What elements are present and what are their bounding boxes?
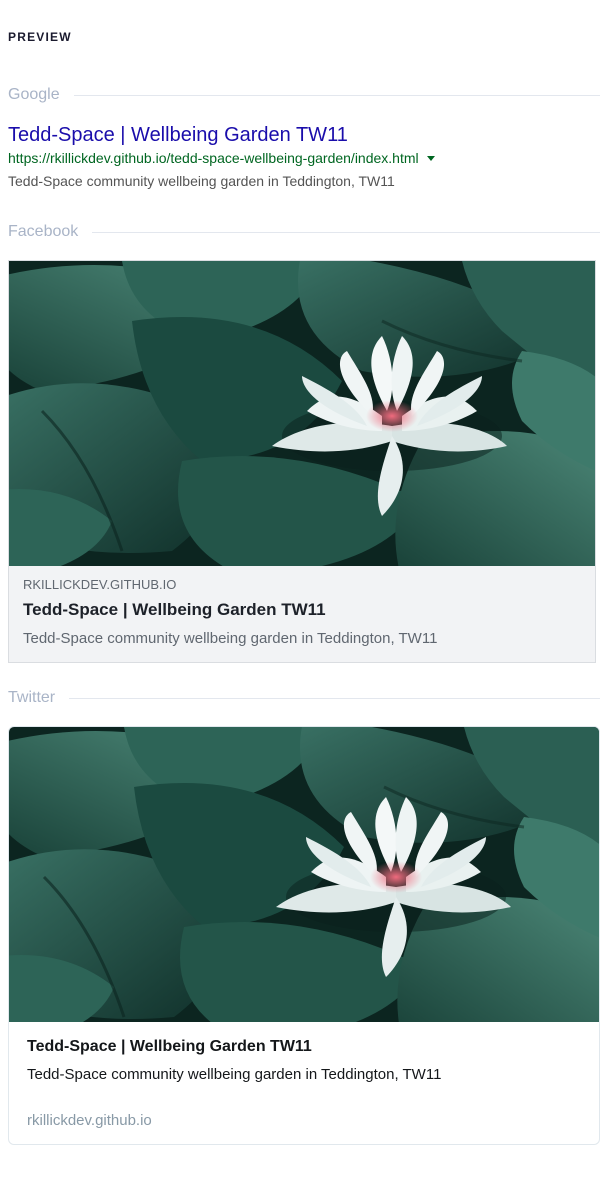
twitter-og-image bbox=[9, 727, 599, 1022]
water-lily-photo bbox=[9, 727, 599, 1022]
preview-heading: PREVIEW bbox=[8, 30, 72, 44]
twitter-title[interactable]: Tedd-Space | Wellbeing Garden TW11 bbox=[27, 1036, 581, 1058]
divider bbox=[69, 697, 600, 699]
facebook-card-body: RKILLICKDEV.GITHUB.IO Tedd-Space | Wellb… bbox=[9, 566, 595, 662]
twitter-label-text: Twitter bbox=[8, 689, 56, 706]
twitter-section-label: Twitter bbox=[8, 689, 600, 707]
google-result-url[interactable]: https://rkillickdev.github.io/tedd-space… bbox=[8, 148, 598, 168]
google-preview: Tedd-Space | Wellbeing Garden TW11 https… bbox=[8, 122, 598, 192]
facebook-title[interactable]: Tedd-Space | Wellbeing Garden TW11 bbox=[23, 598, 581, 622]
caret-down-icon[interactable] bbox=[426, 155, 435, 161]
google-section-label: Google bbox=[8, 86, 600, 104]
google-url-text[interactable]: https://rkillickdev.github.io/tedd-space… bbox=[8, 148, 419, 168]
google-label-text: Google bbox=[8, 86, 60, 103]
facebook-domain: RKILLICKDEV.GITHUB.IO bbox=[23, 577, 177, 592]
facebook-description: Tedd-Space community wellbeing garden in… bbox=[23, 630, 438, 647]
facebook-card[interactable]: RKILLICKDEV.GITHUB.IO Tedd-Space | Wellb… bbox=[8, 260, 596, 663]
facebook-section-label: Facebook bbox=[8, 223, 600, 241]
divider bbox=[73, 94, 600, 96]
divider bbox=[92, 231, 600, 233]
facebook-og-image bbox=[9, 261, 595, 566]
facebook-label-text: Facebook bbox=[8, 223, 79, 240]
twitter-domain: rkillickdev.github.io bbox=[27, 1112, 152, 1129]
twitter-card[interactable]: Tedd-Space | Wellbeing Garden TW11 Tedd-… bbox=[8, 726, 600, 1145]
google-result-title[interactable]: Tedd-Space | Wellbeing Garden TW11 bbox=[8, 122, 598, 148]
twitter-card-body: Tedd-Space | Wellbeing Garden TW11 Tedd-… bbox=[9, 1022, 599, 1144]
google-result-description: Tedd-Space community wellbeing garden in… bbox=[8, 173, 395, 189]
water-lily-photo bbox=[9, 261, 595, 566]
twitter-description: Tedd-Space community wellbeing garden in… bbox=[27, 1066, 442, 1083]
